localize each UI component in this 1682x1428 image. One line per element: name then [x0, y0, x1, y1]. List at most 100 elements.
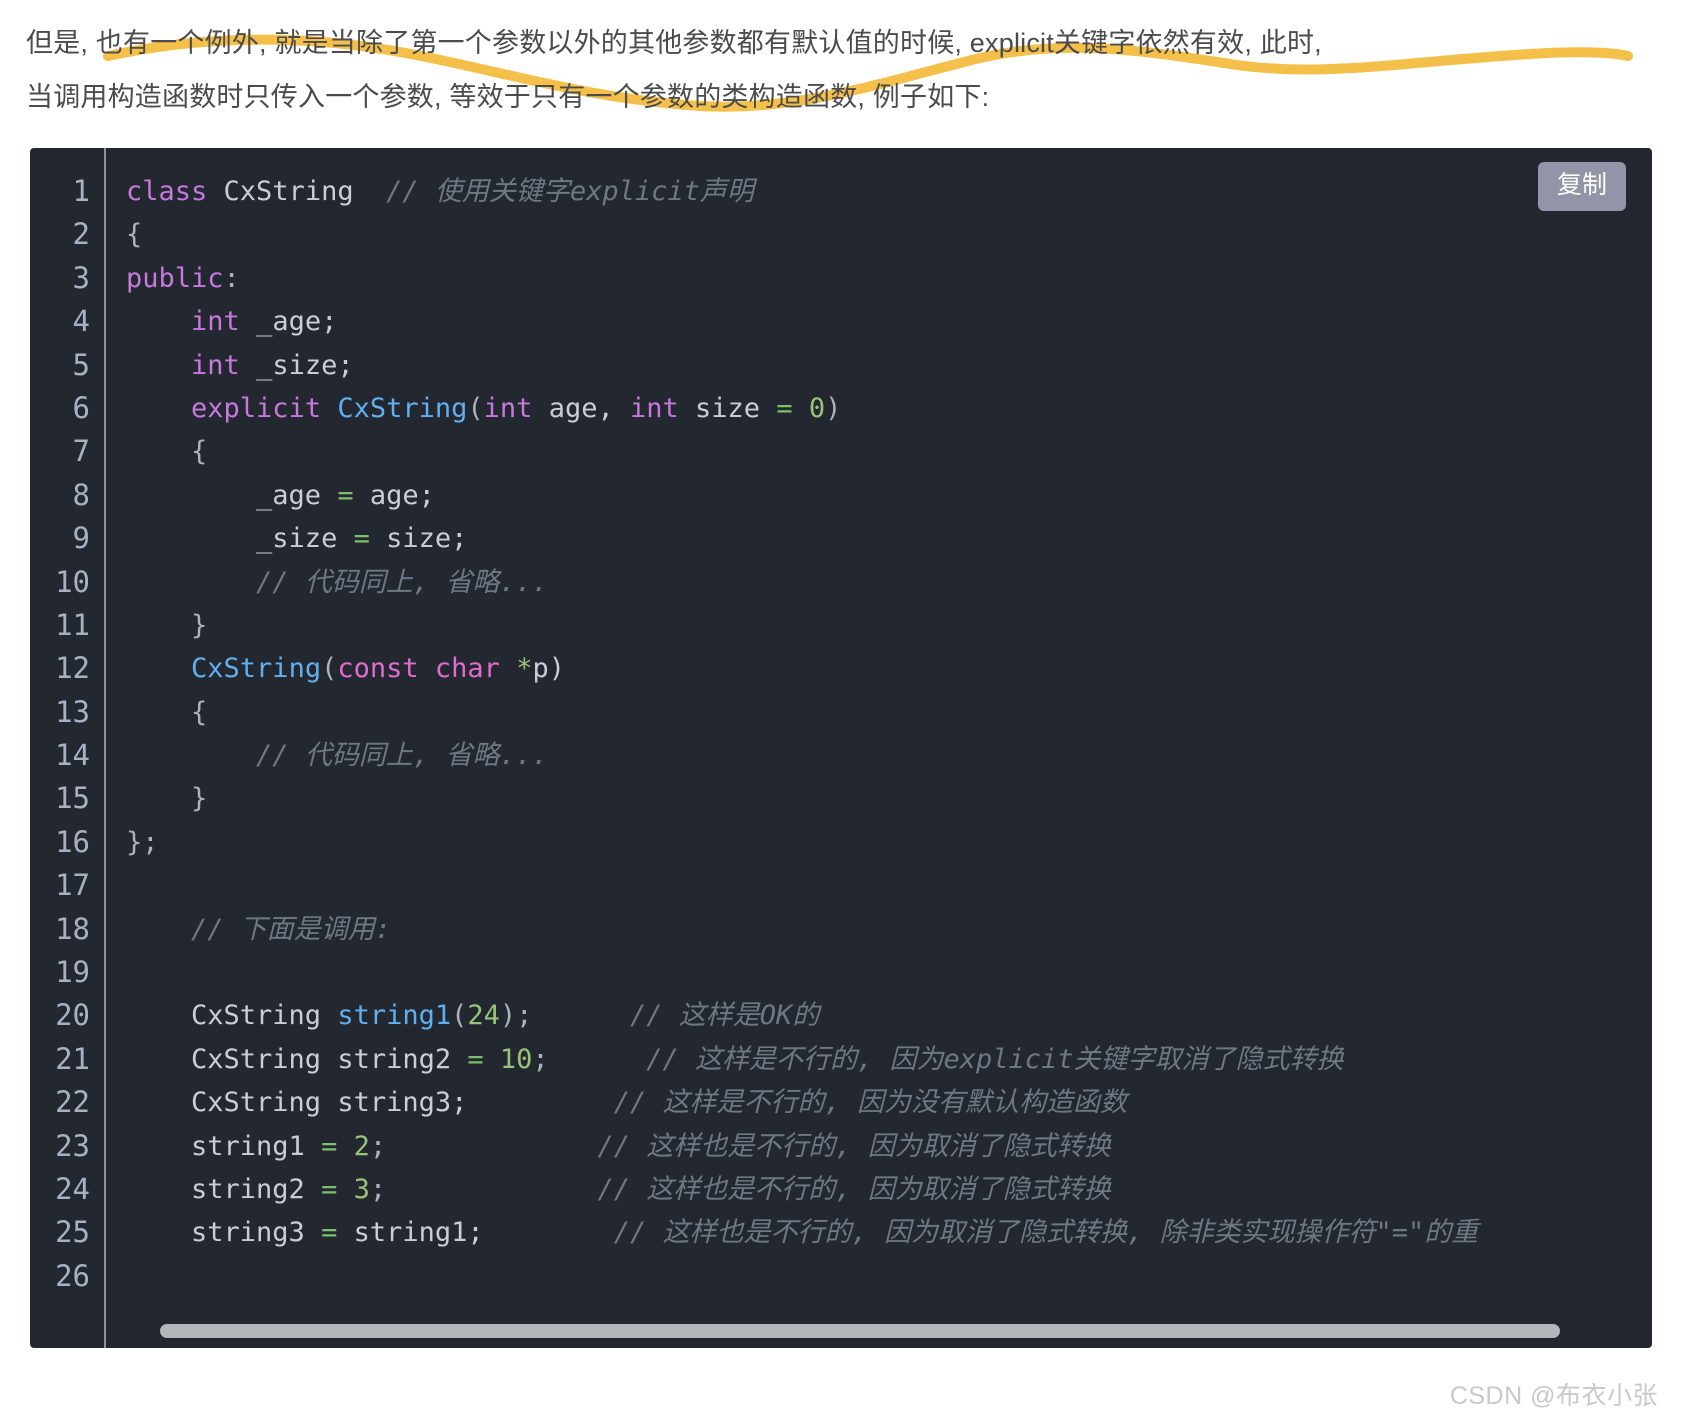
line-number: 12: [55, 651, 90, 686]
code-token: ;: [532, 1043, 549, 1075]
code-scroll-area[interactable]: class CxString // 使用关键字explicit声明 {public…: [106, 148, 1652, 1348]
code-line: string3 = string1; // 这样也是不行的, 因为取消了隐式转换…: [126, 1211, 1652, 1254]
code-token: const: [337, 653, 419, 685]
code-line: _size = size;: [126, 517, 1652, 560]
code-token: }: [126, 609, 208, 641]
line-number: 18: [55, 911, 90, 946]
code-token: (: [467, 392, 484, 424]
intro-paragraph: 但是, 也有一个例外, 就是当除了第一个参数以外的其他参数都有默认值的时候, e…: [0, 0, 1682, 130]
code-token: CxString string2: [126, 1043, 468, 1075]
code-token: // 这样是不行的, 因为没有默认构造函数: [613, 1087, 1127, 1119]
code-token: 2: [353, 1130, 370, 1162]
code-line: // 代码同上, 省略...: [126, 734, 1652, 777]
line-number: 22: [55, 1085, 90, 1120]
code-token: string2: [126, 1173, 322, 1205]
code-token: // 这样是不行的, 因为explicit关键字取消了隐式转换: [646, 1043, 1344, 1075]
code-line: public:: [126, 257, 1652, 300]
line-number: 4: [72, 304, 90, 339]
code-token: {: [126, 696, 208, 728]
line-number: 16: [55, 824, 90, 859]
code-token: =: [321, 1217, 338, 1249]
code-token: size: [678, 392, 777, 424]
code-token: p): [532, 653, 565, 685]
code-token: _age;: [239, 306, 338, 338]
code-token: =: [337, 479, 354, 511]
line-number: 3: [72, 260, 90, 295]
code-token: // 这样也是不行的, 因为取消了隐式转换: [597, 1130, 1111, 1162]
code-line: string2 = 3; // 这样也是不行的, 因为取消了隐式转换: [126, 1168, 1652, 1211]
code-line: CxString string2 = 10; // 这样是不行的, 因为expl…: [126, 1038, 1652, 1081]
code-line: CxString string1(24); // 这样是OK的: [126, 994, 1652, 1037]
code-token: // 下面是调用:: [191, 913, 392, 945]
code-token: ;: [369, 1173, 387, 1205]
code-line: {: [126, 691, 1652, 734]
code-token: // 代码同上, 省略...: [256, 566, 549, 598]
code-token: {: [126, 219, 143, 251]
line-number: 8: [72, 477, 90, 512]
horizontal-scrollbar-thumb[interactable]: [160, 1324, 1560, 1338]
code-token: =: [321, 1173, 338, 1205]
line-number: 5: [72, 347, 90, 382]
line-number: 9: [72, 521, 90, 556]
code-line: CxString string3; // 这样是不行的, 因为没有默认构造函数: [126, 1081, 1652, 1124]
code-token: =: [467, 1043, 484, 1075]
code-line: int _size;: [126, 344, 1652, 387]
copy-code-button[interactable]: 复制: [1537, 162, 1626, 211]
code-token: =: [776, 392, 793, 424]
code-token: =: [353, 523, 370, 555]
code-token: // 这样是OK的: [629, 1000, 820, 1032]
code-token: string1: [337, 1000, 452, 1032]
code-line: }: [126, 777, 1652, 820]
line-number: 10: [55, 564, 90, 599]
line-number: 14: [55, 738, 90, 773]
code-line: CxString(const char *p): [126, 647, 1652, 690]
intro-line-2: 当调用构造函数时只传入一个参数, 等效于只有一个参数的类构造函数, 例子如下:: [26, 82, 990, 112]
code-token: CxString: [337, 392, 468, 424]
code-token: (: [451, 1000, 468, 1032]
horizontal-scrollbar[interactable]: [108, 1324, 1652, 1338]
line-number-gutter: 1 2 3 4 5 6 7 8 9 10 11 12 13 14 15 16 17 18 19 20 21 22 23 24 2…: [30, 148, 106, 1348]
line-number: 2: [72, 217, 90, 252]
code-line: }: [126, 604, 1652, 647]
code-line: explicit CxString(int age, int size = 0): [126, 387, 1652, 430]
code-line: _age = age;: [126, 474, 1652, 517]
code-block: 复制 1 2 3 4 5 6 7 8 9 10 11 12 13 14 15 16 17 18 19 20 21 22 23…: [30, 148, 1652, 1348]
code-line: {: [126, 213, 1652, 256]
line-number: 6: [72, 390, 90, 425]
code-token: int: [629, 392, 679, 424]
code-token: // 代码同上, 省略...: [256, 740, 549, 772]
code-token: _size: [126, 523, 354, 555]
code-token: (: [321, 653, 338, 685]
line-number: 15: [55, 781, 90, 816]
code-token: char: [434, 653, 500, 685]
code-token: *: [516, 653, 533, 685]
code-token: _size;: [239, 349, 354, 381]
code-token: string1: [126, 1130, 322, 1162]
code-token: // 使用关键字explicit声明: [386, 176, 754, 207]
code-token: explicit: [191, 392, 322, 424]
code-token: // 这样也是不行的, 因为取消了隐式转换: [597, 1173, 1111, 1205]
code-line: {: [126, 430, 1652, 473]
code-token: size;: [369, 523, 468, 555]
code-line: int _age;: [126, 300, 1652, 343]
csdn-watermark: CSDN @布衣小张: [1449, 1382, 1658, 1410]
